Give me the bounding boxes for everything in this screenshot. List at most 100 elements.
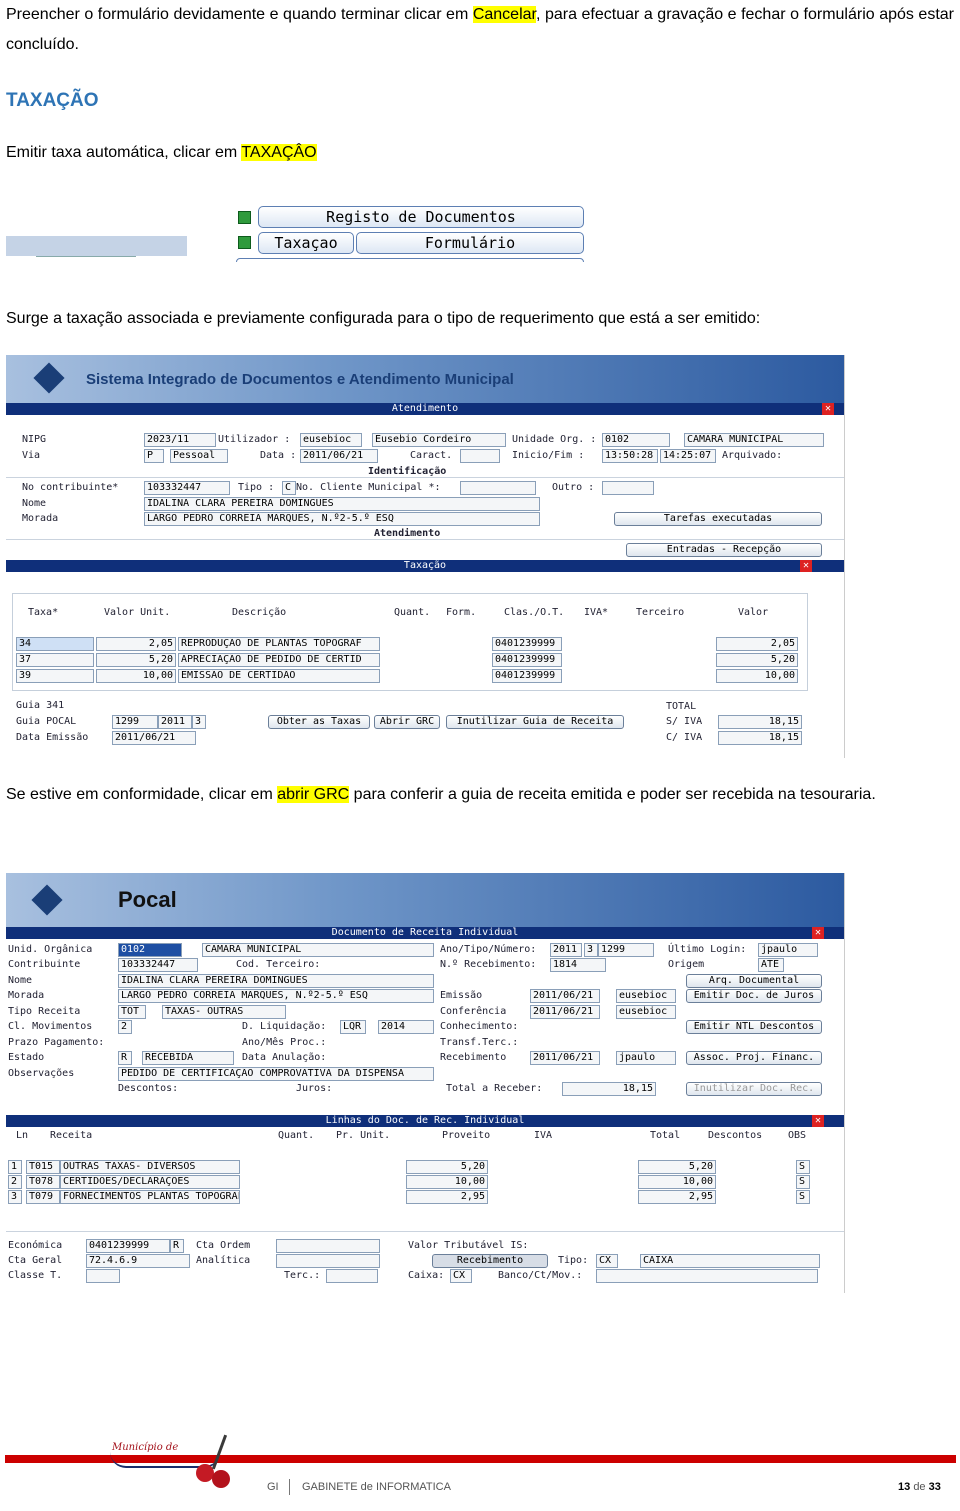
observacoes-field[interactable]: PEDIDO DE CERTIFICAÇÃO COMPROVATIVA DA D… — [118, 1067, 434, 1081]
analitica-field[interactable] — [276, 1254, 380, 1268]
row-taxa[interactable]: 39 — [16, 669, 94, 683]
row-total: 5,20 — [638, 1160, 716, 1174]
via-nome-field: Pessoal — [170, 449, 228, 463]
row-cod[interactable]: T079 — [26, 1190, 60, 1204]
fim-field: 14:25:07 — [660, 449, 716, 463]
table-row[interactable]: 1 T015 OUTRAS TAXAS- DIVERSOS 5,20 5,20 … — [6, 1160, 844, 1174]
row-taxa[interactable]: 37 — [16, 653, 94, 667]
unid-cod-field[interactable]: 0102 — [118, 943, 182, 957]
col-receita: Receita — [50, 1130, 93, 1141]
caixa-field[interactable]: CX — [450, 1269, 472, 1283]
row-unit: 2,95 — [406, 1190, 488, 1204]
table-row[interactable]: 3 T079 FORNECIMENTOS PLANTAS TOPOGRAFI 2… — [6, 1190, 844, 1204]
page-total: 33 — [928, 1481, 941, 1493]
cta-ordem-field[interactable] — [276, 1239, 380, 1253]
row-cod[interactable]: T078 — [26, 1175, 60, 1189]
total-receber-label: Total a Receber: — [446, 1083, 543, 1094]
guiapocal-label: Guia POCAL — [16, 716, 77, 727]
step1-text: Emitir taxa automática, clicar em — [6, 144, 242, 161]
guiapocal-ano-field: 2011 — [158, 715, 192, 729]
estado-cod-field[interactable]: R — [118, 1051, 132, 1065]
morada-field[interactable]: LARGO PEDRO CORREIA MARQUES, N.º2-5.º ES… — [118, 989, 434, 1003]
col-form: Form. — [446, 607, 477, 618]
tipo-cod-field[interactable]: CX — [596, 1254, 618, 1268]
row-unit: 2,05 — [96, 637, 176, 651]
assoc-proj-button[interactable]: Assoc. Proj. Financ. — [686, 1051, 822, 1065]
economica-field[interactable]: 0401239999 — [86, 1239, 170, 1253]
close-icon[interactable]: ✕ — [822, 403, 834, 415]
tipo-receita-cod-field[interactable]: TOT — [118, 1005, 146, 1019]
inutilizar-guia-button[interactable]: Inutilizar Guia de Receita — [446, 715, 624, 729]
via-label: Via — [22, 450, 41, 461]
civa-label: C/ IVA — [666, 732, 703, 743]
abrir-grc-button[interactable]: Abrir GRC — [374, 715, 440, 729]
tipo-field[interactable]: C — [282, 481, 296, 495]
utilizador-field[interactable]: eusebioc — [300, 433, 362, 447]
data-field[interactable]: 2011/06/21 — [300, 449, 378, 463]
unidade-cod-field[interactable]: 0102 — [602, 433, 670, 447]
d-liquidacao-ano-field: 2014 — [378, 1020, 434, 1034]
caract-field[interactable] — [460, 449, 500, 463]
col-descontos: Descontos — [708, 1130, 763, 1141]
obter-taxas-button[interactable]: Obter as Taxas — [268, 715, 370, 729]
nipg-field[interactable]: 2023/11 — [144, 433, 216, 447]
n-recebimento-field: 1814 — [550, 958, 606, 972]
close-icon[interactable]: ✕ — [812, 927, 824, 939]
row-cod[interactable]: T015 — [26, 1160, 60, 1174]
arq-documental-button[interactable]: Arq. Documental — [686, 974, 822, 988]
close-icon[interactable]: ✕ — [800, 560, 812, 572]
row-clas: 0401239999 — [492, 653, 562, 667]
table-row[interactable]: 34 2,05 REPRODUÇÃO DE PLANTAS TOPOGRAF 0… — [6, 637, 844, 651]
cod-terceiro-label: Cod. Terceiro: — [236, 959, 321, 970]
bar-taxacao: Taxação ✕ — [6, 560, 844, 572]
ano-mes-label: Ano/Mês Proc.: — [242, 1037, 327, 1048]
row-taxa[interactable]: 34 — [16, 637, 94, 651]
tarefas-button[interactable]: Tarefas executadas — [614, 512, 822, 526]
via-cod-field[interactable]: P — [144, 449, 164, 463]
col-pr-unit: Pr. Unit. — [336, 1130, 391, 1141]
table-row[interactable]: 39 10,00 EMISSÃO DE CERTIDÃO 0401239999 … — [6, 669, 844, 683]
cta-geral-field[interactable]: 72.4.6.9 — [86, 1254, 190, 1268]
tipo-receita-nome-field: TAXAS- OUTRAS — [162, 1005, 286, 1019]
tipo-label: Tipo : — [238, 482, 275, 493]
nome-label: Nome — [22, 498, 47, 509]
app-header: Pocal — [6, 873, 844, 927]
contribuinte-field[interactable]: 103332447 — [118, 958, 198, 972]
nome-field[interactable]: IDALINA CLARA PEREIRA DOMINGUES — [118, 974, 434, 988]
d-liquidacao-cod-field[interactable]: LQR — [340, 1020, 366, 1034]
observacoes-label: Observações — [8, 1068, 75, 1079]
col-clas: Clas./O.T. — [504, 607, 565, 618]
terc-field[interactable] — [326, 1269, 378, 1283]
siva-label: S/ IVA — [666, 716, 703, 727]
step3-highlight: abrir GRC — [277, 786, 350, 803]
registo-documentos-button[interactable]: Registo de Documentos — [258, 206, 584, 228]
emitir-juros-button[interactable]: Emitir Doc. de Juros — [686, 989, 822, 1003]
classe-field[interactable] — [86, 1269, 120, 1283]
formulario-button[interactable]: Formulário — [356, 232, 584, 254]
row-desc: FORNECIMENTOS PLANTAS TOPOGRAFI — [60, 1190, 240, 1204]
recebimento-button[interactable]: Recebimento — [432, 1254, 548, 1268]
morada-field[interactable]: LARGO PEDRO CORREIA MARQUES, N.º2-5.º ES… — [144, 512, 540, 526]
cliente-field[interactable] — [460, 481, 536, 495]
inutilizar-doc-button[interactable]: Inutilizar Doc. Rec. — [686, 1082, 822, 1096]
emitir-ntl-button[interactable]: Emitir NTL Descontos — [686, 1020, 822, 1034]
row-valor: 10,00 — [716, 669, 798, 683]
tipo-receita-label: Tipo Receita — [8, 1006, 81, 1017]
banco-field[interactable] — [596, 1269, 818, 1283]
taxacao-screenshot: Sistema Integrado de Documentos e Atendi… — [6, 355, 845, 758]
taxacao-button[interactable]: Taxaçao — [258, 232, 354, 254]
table-row[interactable]: 2 T078 CERTIDOES/DECLARAÇÕES 10,00 10,00… — [6, 1175, 844, 1189]
outro-field[interactable] — [602, 481, 654, 495]
nome-field[interactable]: IDALINA CLARA PEREIRA DOMINGUES — [144, 497, 540, 511]
inicio-field: 13:50:28 — [602, 449, 658, 463]
intro-paragraph: Preencher o formulário devidamente e qua… — [6, 0, 954, 60]
bar-atendimento-label: Atendimento — [391, 403, 459, 414]
entradas-button[interactable]: Entradas - Recepção — [626, 543, 822, 557]
close-icon[interactable]: ✕ — [812, 1115, 824, 1127]
guiapocal-num-field: 1299 — [112, 715, 158, 729]
col-taxa: Taxa* — [28, 607, 59, 618]
table-row[interactable]: 37 5,20 APRECIAÇÃO DE PEDIDO DE CERTID 0… — [6, 653, 844, 667]
contribuinte-field[interactable]: 103332447 — [144, 481, 230, 495]
cl-movimentos-field[interactable]: 2 — [118, 1020, 132, 1034]
toolbar-next-button-edge — [236, 258, 584, 262]
